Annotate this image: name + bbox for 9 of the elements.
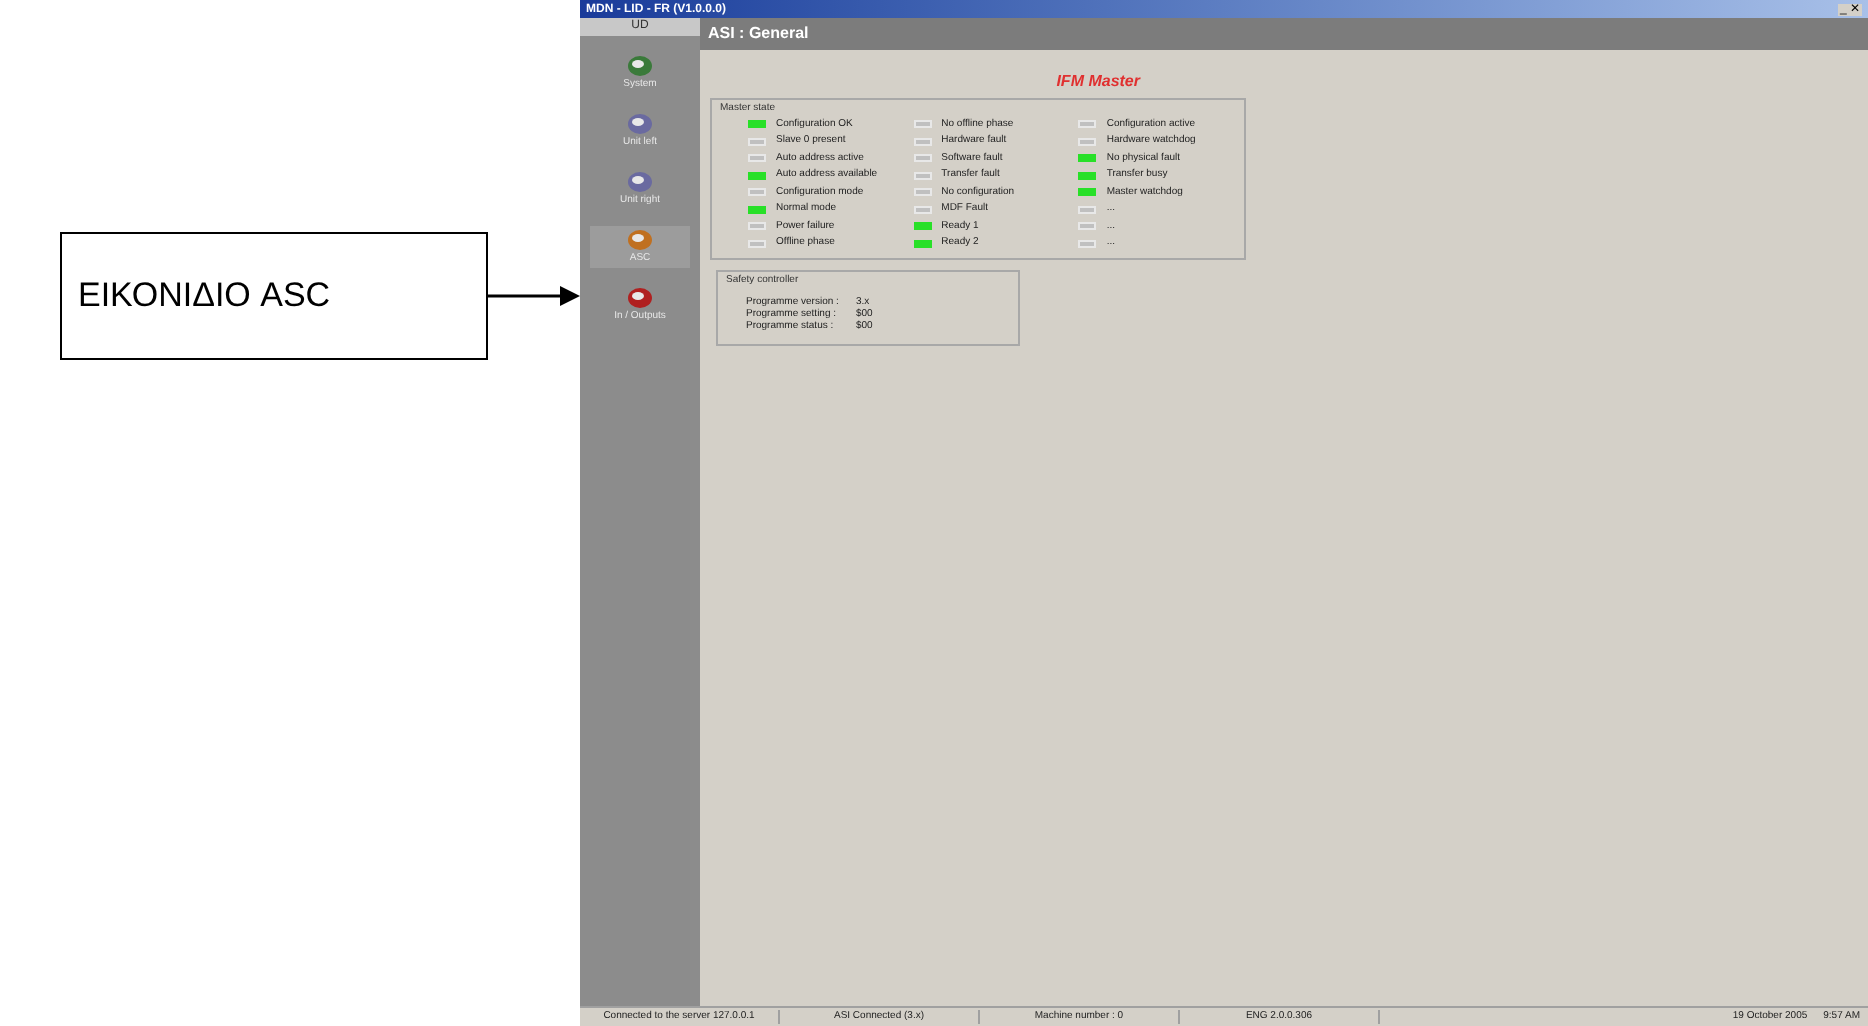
arrow-icon: [488, 284, 580, 308]
module-icon: [626, 54, 654, 78]
page-header: ASI : General: [700, 18, 1868, 50]
module-icon: [626, 112, 654, 136]
module-icon: [626, 228, 654, 252]
module-icon: [626, 170, 654, 194]
brand-title: IFM Master: [1056, 70, 1140, 94]
module-icon: [626, 286, 654, 310]
callout-box: ΕΙΚΟΝΙΔΙΟ ASC: [60, 232, 488, 360]
